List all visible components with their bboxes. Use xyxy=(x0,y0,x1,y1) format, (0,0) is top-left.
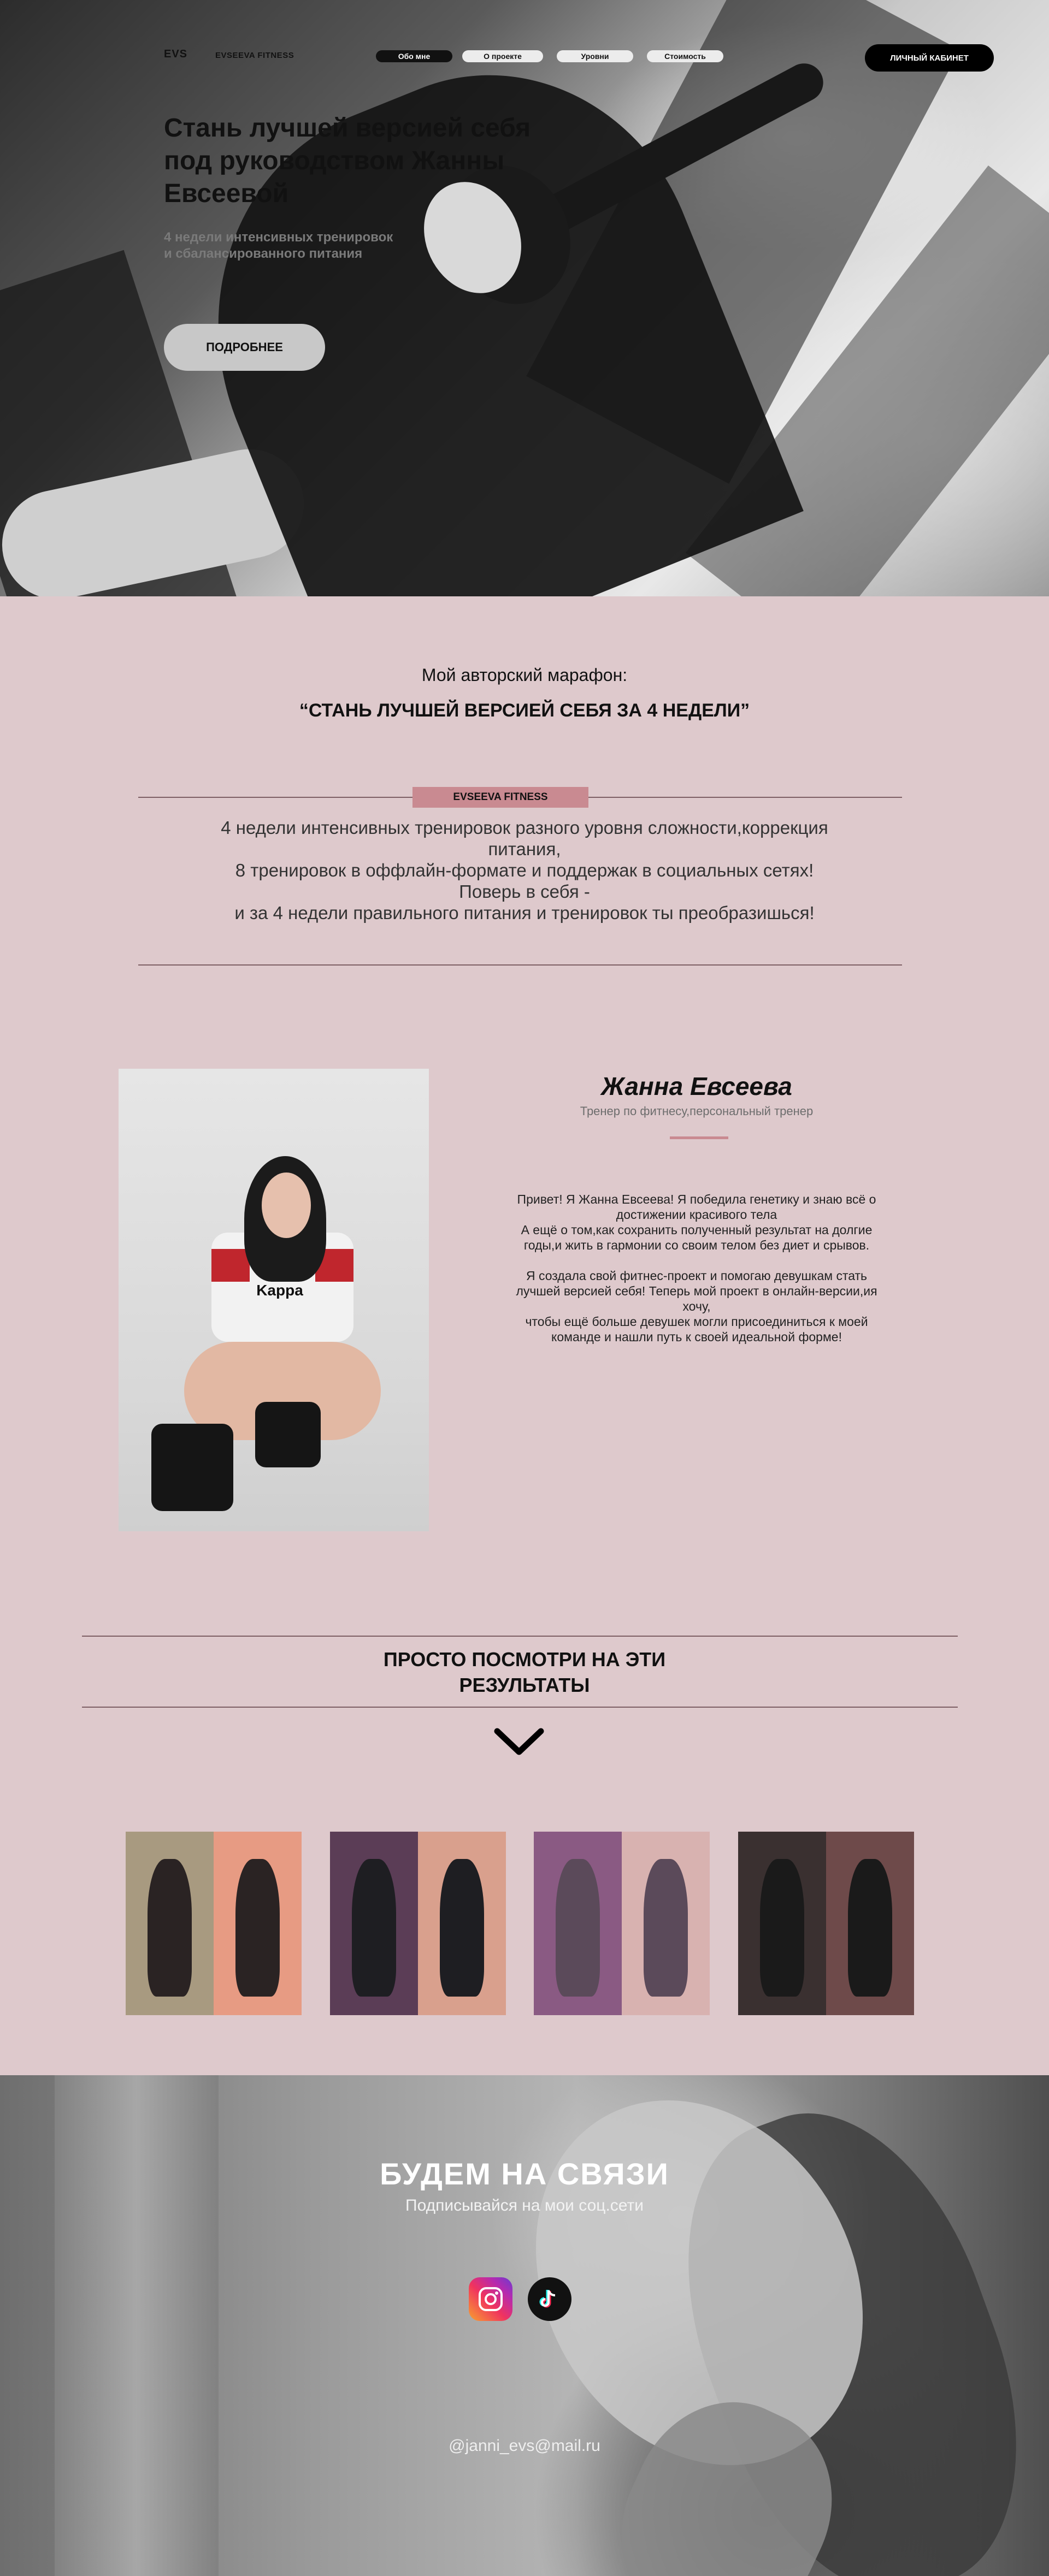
nav-price[interactable]: Стоимость xyxy=(647,50,723,62)
contact-email[interactable]: @janni_evs@mail.ru xyxy=(0,2437,1049,2455)
nav-about-project[interactable]: О проекте xyxy=(462,50,543,62)
divider xyxy=(82,1707,958,1708)
result-photo xyxy=(330,1832,506,2015)
contact-subtitle: Подписывайся на мои соц.сети xyxy=(405,2196,644,2214)
accent-line xyxy=(670,1136,728,1139)
divider xyxy=(82,1636,958,1637)
nav-about-me[interactable]: Обо мне xyxy=(376,50,452,62)
trainer-photo: Kappa xyxy=(119,1069,429,1531)
trainer-bio: Привет! Я Жанна Евсеева! Я победила гене… xyxy=(514,1192,880,1360)
results-title-text: ПРОСТО ПОСМОТРИ НА ЭТИ РЕЗУЛЬТАТЫ xyxy=(383,1648,666,1696)
contact-title: БУДЕМ НА СВЯЗИ xyxy=(380,2157,669,2191)
trainer-role: Тренер по фитнесу,персональный тренер xyxy=(580,1104,814,1118)
chevron-down-icon[interactable] xyxy=(492,1726,546,1758)
tiktok-icon[interactable] xyxy=(528,2277,571,2321)
hero-title: Стань лучшей версией себя под руководств… xyxy=(164,114,531,208)
marathon-intro: Мой авторский марафон: xyxy=(421,665,628,685)
brand-tag: EVSEEVA FITNESS xyxy=(412,787,588,808)
personal-cabinet-button[interactable]: ЛИЧНЫЙ КАБИНЕТ xyxy=(865,44,994,72)
marathon-description-text: 4 недели интенсивных тренировок разного … xyxy=(221,818,828,923)
more-button[interactable]: ПОДРОБНЕЕ xyxy=(164,324,325,371)
nav-levels[interactable]: Уровни xyxy=(557,50,633,62)
bio-paragraph: Я создала свой фитнес-проект и помогаю д… xyxy=(516,1269,877,1344)
instagram-icon[interactable] xyxy=(469,2277,512,2321)
logo[interactable]: EVS xyxy=(164,48,187,61)
divider xyxy=(138,964,902,966)
shirt-print: Kappa xyxy=(256,1282,303,1299)
result-photo xyxy=(126,1832,302,2015)
trainer-name: Жанна Евсеева xyxy=(601,1072,792,1100)
marathon-description: 4 недели интенсивных тренировок разного … xyxy=(219,817,830,923)
hero-section xyxy=(0,0,1049,596)
result-photo xyxy=(534,1832,710,2015)
result-photo xyxy=(738,1832,914,2015)
bio-paragraph: Привет! Я Жанна Евсеева! Я победила гене… xyxy=(517,1192,876,1252)
results-title: ПРОСТО ПОСМОТРИ НА ЭТИ РЕЗУЛЬТАТЫ xyxy=(0,1647,1049,1698)
marathon-title: “СТАНЬ ЛУЧШЕЙ ВЕРСИЕЙ СЕБЯ ЗА 4 НЕДЕЛИ” xyxy=(299,700,750,721)
footer-section xyxy=(0,2075,1049,2576)
hero-subtitle: 4 недели интенсивных тренировок и сбалан… xyxy=(164,230,393,261)
brand-name[interactable]: EVSEEVA FITNESS xyxy=(215,51,294,60)
